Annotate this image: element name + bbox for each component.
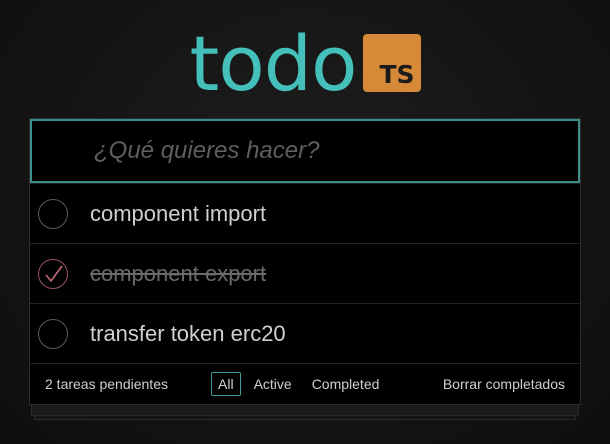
todo-item-completed: component export [30,243,580,303]
filter-completed[interactable]: Completed [305,372,387,396]
clear-completed-button[interactable]: Borrar completados [443,376,565,392]
app-logo: todo TS [0,22,610,106]
pending-count: 2 tareas pendientes [45,376,168,392]
new-todo-input[interactable] [92,136,536,166]
filter-active[interactable]: Active [247,372,299,396]
filter-group: All Active Completed [211,372,392,396]
ts-badge-label: TS [379,60,415,89]
todo-footer: 2 tareas pendientes All Active Completed… [30,363,580,404]
new-todo-row [30,119,580,183]
todo-app: component import component export transf… [29,118,581,420]
todo-label[interactable]: component export [90,261,266,287]
filter-all[interactable]: All [211,372,241,396]
todo-label[interactable]: transfer token erc20 [90,321,286,347]
empty-circle-icon[interactable] [38,318,68,349]
checkmark-circle-icon[interactable] [38,258,68,289]
checkmark-icon [45,265,63,282]
todo-item: transfer token erc20 [30,303,580,363]
todo-card: component import component export transf… [29,118,581,405]
logo-title: todo [189,19,357,108]
stack-shadow-top [31,404,579,416]
todo-item: component import [30,183,580,243]
ts-badge-icon: TS [362,34,421,92]
empty-circle-icon[interactable] [38,198,68,229]
todo-label[interactable]: component import [90,201,266,227]
